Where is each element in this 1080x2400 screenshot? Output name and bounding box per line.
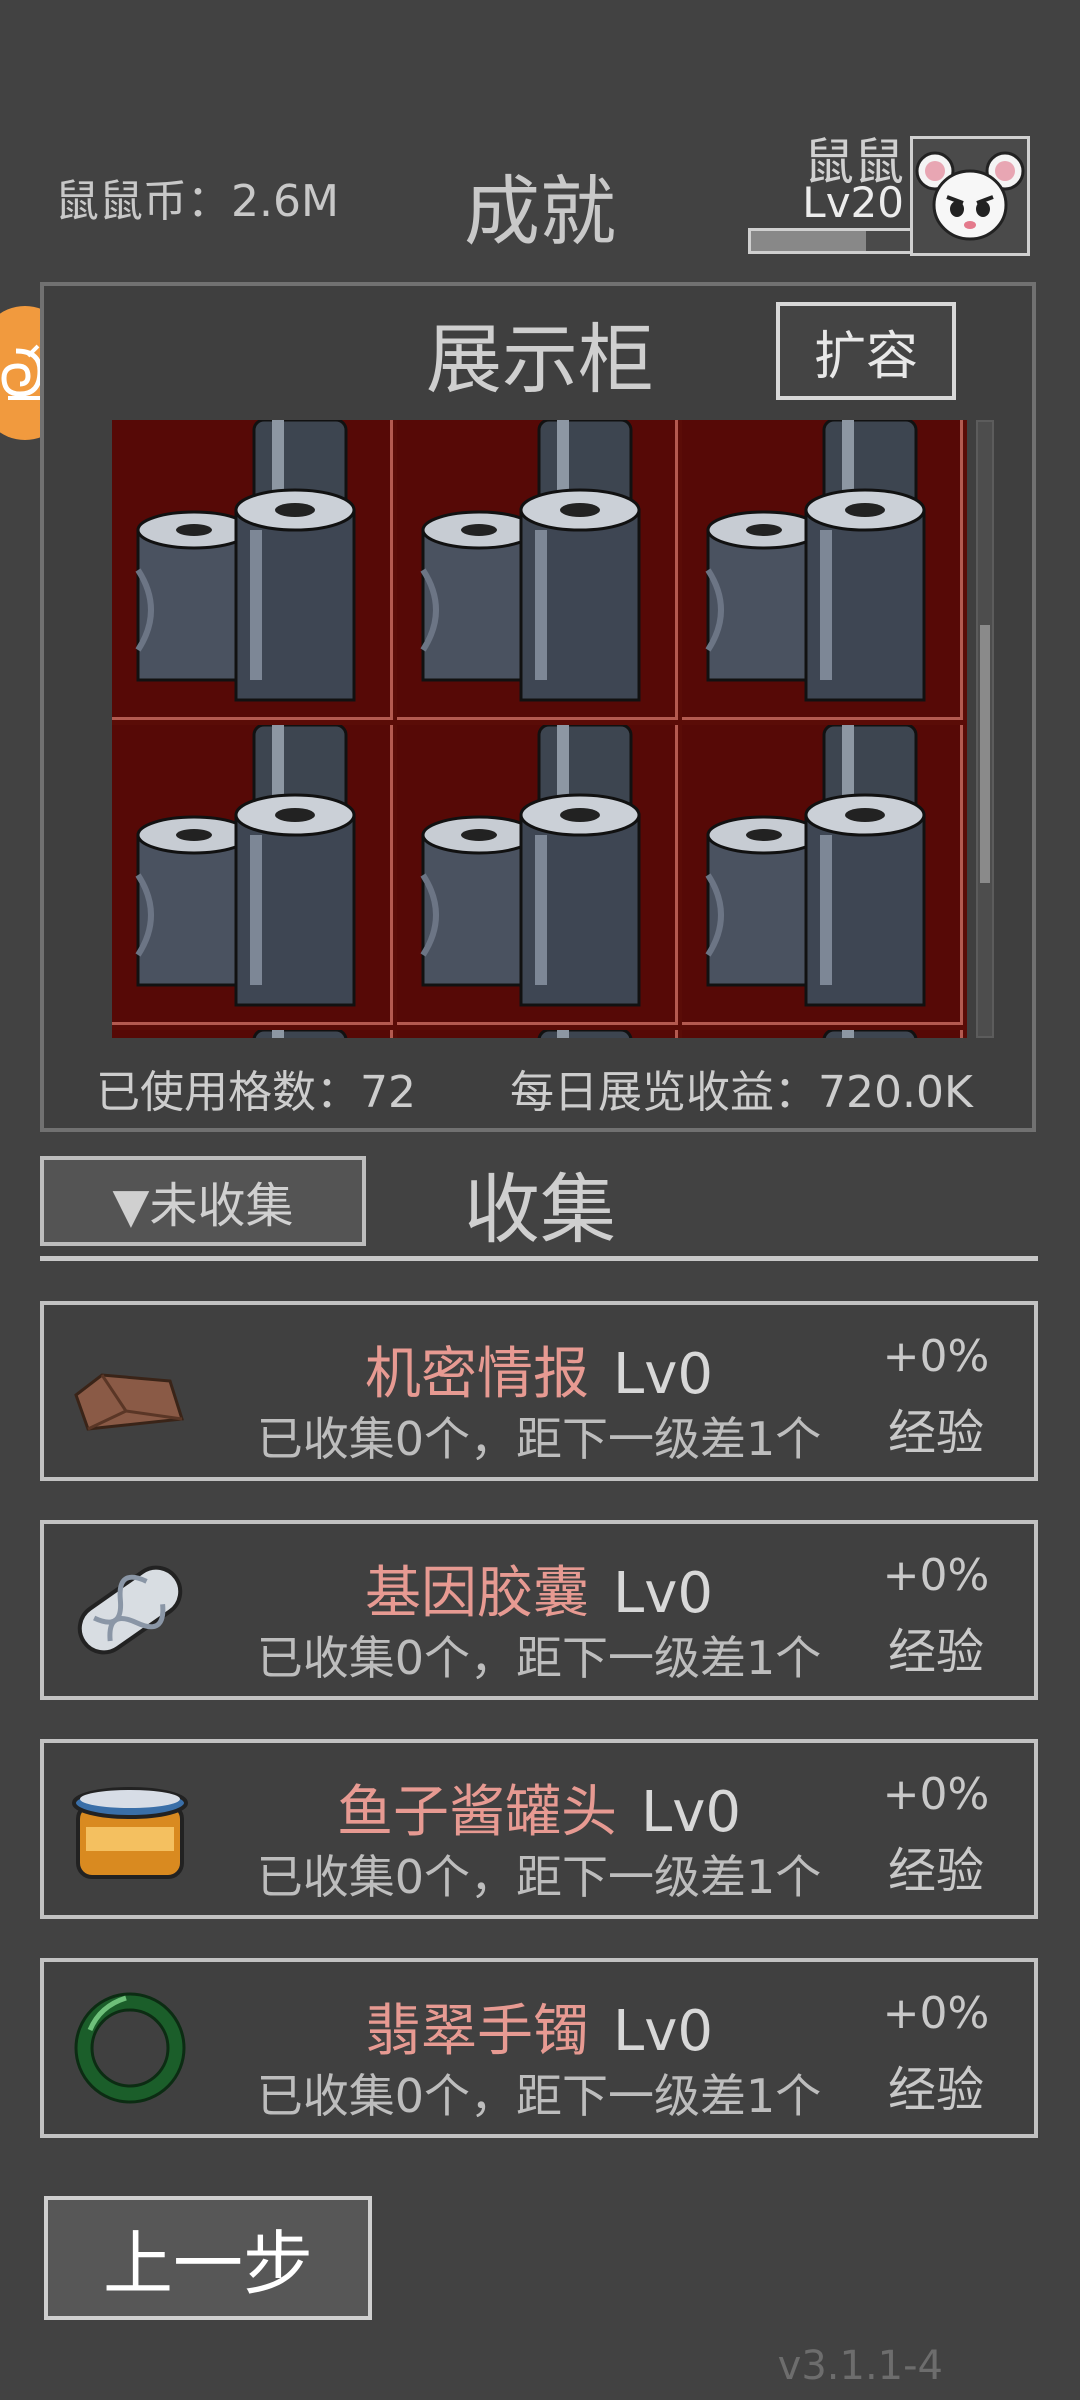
xp-progress-bar	[748, 228, 914, 254]
collect-item[interactable]: 鱼子酱罐头 Lv0 已收集0个，距下一级差1个 +0% 经验	[40, 1739, 1038, 1919]
cabinet-slot[interactable]	[397, 1030, 678, 1038]
item-bonus-label: 经验	[887, 1405, 984, 1461]
cabinet-scrollbar[interactable]	[976, 420, 994, 1038]
steel-pipe-stack-icon	[537, 1030, 633, 1038]
steel-pipe-stack-icon	[705, 725, 926, 1007]
item-bonus-label: 经验	[887, 2062, 984, 2118]
section-divider	[40, 1256, 1038, 1261]
dna-capsule-icon	[77, 1565, 183, 1655]
cabinet-slot[interactable]	[112, 725, 393, 1025]
cabinet-slot[interactable]	[112, 1030, 393, 1038]
item-name: 机密情报	[365, 1342, 590, 1407]
steel-pipe-stack-icon	[135, 725, 356, 1007]
item-name: 鱼子酱罐头	[337, 1780, 618, 1845]
item-bonus-label: 经验	[887, 1624, 984, 1680]
item-level: Lv0	[641, 1780, 741, 1845]
avatar[interactable]	[910, 136, 1030, 256]
item-bonus: +0%	[882, 1550, 990, 1601]
jade-bracelet-icon	[74, 1992, 186, 2104]
item-progress-text: 已收集0个，距下一级差1个	[256, 1850, 822, 1904]
item-progress-text: 已收集0个，距下一级差1个	[256, 1631, 822, 1685]
item-progress-text: 已收集0个，距下一级差1个	[256, 1412, 822, 1466]
steel-pipe-stack-icon	[135, 420, 356, 702]
steel-pipe-stack-icon	[420, 420, 641, 702]
collect-item[interactable]: 翡翠手镯 Lv0 已收集0个，距下一级差1个 +0% 经验	[40, 1958, 1038, 2138]
cabinet-slot[interactable]	[682, 420, 963, 720]
item-name: 基因胶囊	[365, 1561, 590, 1626]
collect-title: 收集	[464, 1165, 616, 1254]
collect-item[interactable]: 机密情报 Lv0 已收集0个，距下一级差1个 +0% 经验	[40, 1301, 1038, 1481]
cabinet-grid[interactable]	[112, 420, 967, 1038]
player-level: Lv20	[802, 178, 904, 227]
expand-button[interactable]: 扩容	[776, 302, 956, 400]
item-bonus: +0%	[882, 1331, 990, 1382]
version-label: v3.1.1-4	[777, 2343, 943, 2389]
cabinet-slot[interactable]	[682, 725, 963, 1025]
item-bonus-label: 经验	[887, 1843, 984, 1899]
item-level: Lv0	[613, 1342, 713, 1407]
item-level: Lv0	[613, 1561, 713, 1626]
item-bonus: +0%	[882, 1988, 990, 2039]
cabinet-slot[interactable]	[682, 1030, 963, 1038]
steel-pipe-stack-icon	[822, 1030, 918, 1038]
caviar-jar-icon	[72, 1787, 188, 1879]
collect-item[interactable]: 基因胶囊 Lv0 已收集0个，距下一级差1个 +0% 经验	[40, 1520, 1038, 1700]
cabinet-slot[interactable]	[397, 725, 678, 1025]
item-progress-text: 已收集0个，距下一级差1个	[256, 2069, 822, 2123]
item-name: 翡翠手镯	[365, 1999, 590, 2064]
daily-income: 每日展览收益：720.0K	[510, 1067, 973, 1118]
used-slots-count: 已使用格数：72	[96, 1067, 416, 1118]
mouse-avatar-icon	[915, 151, 1025, 241]
steel-pipe-stack-icon	[252, 1030, 348, 1038]
cabinet-slot[interactable]	[112, 420, 393, 720]
item-bonus: +0%	[882, 1769, 990, 1820]
steel-pipe-stack-icon	[705, 420, 926, 702]
document-folder-icon	[74, 1373, 184, 1431]
steel-pipe-stack-icon	[420, 725, 641, 1007]
back-button[interactable]: 上一步	[44, 2196, 372, 2320]
cabinet-slot[interactable]	[397, 420, 678, 720]
item-level: Lv0	[613, 1999, 713, 2064]
